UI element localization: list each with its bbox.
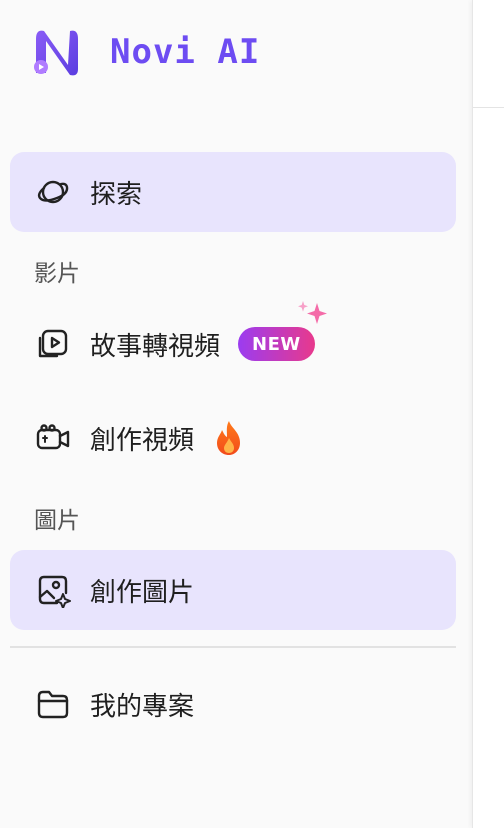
- nav-item-explore[interactable]: 探索: [10, 152, 456, 232]
- new-badge: NEW: [238, 301, 327, 361]
- nav-item-label: 探索: [90, 179, 143, 210]
- novi-logo-icon: [34, 30, 78, 76]
- video-frame-play-icon: [34, 325, 72, 363]
- header-divider: [473, 107, 504, 108]
- video-camera-icon: [34, 419, 72, 457]
- nav-item-label: 創作視頻: [90, 425, 195, 456]
- nav-item-create-image[interactable]: 創作圖片: [10, 550, 456, 630]
- section-title-image: 圖片: [34, 508, 80, 534]
- image-sparkle-icon: [34, 571, 72, 609]
- planet-icon: [34, 173, 72, 211]
- nav-item-create-video[interactable]: 創作視頻: [10, 398, 456, 478]
- folder-icon: [34, 685, 72, 723]
- fire-icon: [217, 421, 241, 455]
- brand-name: Novi AI: [110, 32, 261, 72]
- new-badge-text: NEW: [252, 333, 301, 355]
- nav-item-label: 我的專案: [90, 691, 195, 722]
- section-title-video: 影片: [34, 261, 80, 287]
- nav-item-story-to-video[interactable]: 故事轉視頻 NEW: [10, 301, 456, 384]
- sparkle-icon: [297, 301, 327, 324]
- main-content-edge: [472, 0, 504, 828]
- brand-logo[interactable]: Novi AI: [30, 24, 260, 80]
- nav-item-label: 故事轉視頻: [90, 331, 221, 362]
- nav-item-my-projects[interactable]: 我的專案: [10, 664, 456, 744]
- divider: [10, 646, 456, 648]
- sidebar: Novi AI 探索 影片 故事轉視頻 NEW 創作視頻 圖片 創作圖片 我的專…: [0, 0, 472, 828]
- nav-item-label: 創作圖片: [90, 577, 195, 608]
